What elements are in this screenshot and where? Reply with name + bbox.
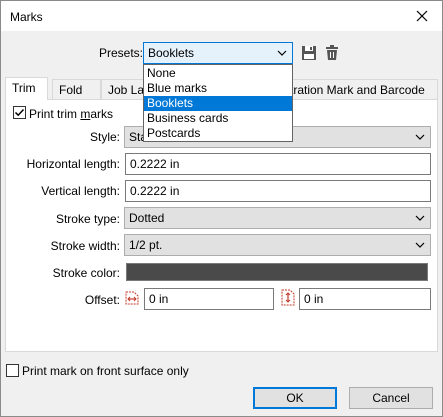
chevron-down-icon xyxy=(415,242,425,248)
vertical-length-field[interactable]: 0.2222 in xyxy=(125,180,431,202)
preset-option-booklets[interactable]: Booklets xyxy=(144,96,292,111)
stroke-type-value: Dotted xyxy=(129,211,165,225)
front-surface-only-label: Print mark on front surface only xyxy=(22,364,189,378)
save-preset-button[interactable] xyxy=(300,44,318,62)
stroke-color-label: Stroke color: xyxy=(52,266,120,280)
vertical-offset-icon xyxy=(281,289,295,306)
chevron-down-icon xyxy=(277,50,287,56)
presets-selected-value: Booklets xyxy=(148,46,195,60)
cancel-button[interactable]: Cancel xyxy=(349,387,433,409)
stroke-type-select[interactable]: Dotted xyxy=(124,207,431,229)
vertical-offset-field[interactable]: 0 in xyxy=(299,288,431,310)
vertical-length-label: Vertical length: xyxy=(41,184,120,198)
horizontal-length-label: Horizontal length: xyxy=(26,157,120,171)
tab-registration-mark-and-barcode[interactable]: tration Mark and Barcode xyxy=(283,79,438,100)
presets-label: Presets: xyxy=(99,46,144,60)
offset-label: Offset: xyxy=(84,293,120,307)
preset-option-postcards[interactable]: Postcards xyxy=(144,126,292,141)
presets-dropdown-list: None Blue marks Booklets Business cards … xyxy=(143,64,293,142)
ok-button[interactable]: OK xyxy=(253,387,337,409)
chevron-down-icon xyxy=(415,134,425,140)
stroke-type-label: Stroke type: xyxy=(55,212,120,226)
trash-icon xyxy=(326,45,338,60)
stroke-color-swatch[interactable] xyxy=(126,263,428,281)
print-trim-marks-label: Print trim marks xyxy=(29,107,114,121)
close-icon xyxy=(416,10,428,22)
stroke-width-value: 1/2 pt. xyxy=(129,238,163,252)
print-trim-marks-checkbox[interactable] xyxy=(13,106,26,119)
tab-fold[interactable]: Fold xyxy=(52,79,101,100)
preset-option-blue-marks[interactable]: Blue marks xyxy=(144,81,292,96)
preset-option-none[interactable]: None xyxy=(144,66,292,81)
save-icon xyxy=(302,46,316,60)
tab-trim[interactable]: Trim xyxy=(5,77,48,100)
window-title: Marks xyxy=(10,10,43,24)
horizontal-length-field[interactable]: 0.2222 in xyxy=(125,153,431,175)
title-bar: Marks xyxy=(1,1,442,31)
horizontal-offset-field[interactable]: 0 in xyxy=(144,288,274,310)
delete-preset-button[interactable] xyxy=(323,44,341,62)
marks-dialog: Marks Presets: Booklets Trim Fold Job La… xyxy=(0,0,443,417)
chevron-down-icon xyxy=(415,215,425,221)
presets-select[interactable]: Booklets xyxy=(143,42,293,64)
stroke-width-label: Stroke width: xyxy=(50,239,120,253)
front-surface-only-checkbox[interactable] xyxy=(6,364,19,377)
preset-option-business-cards[interactable]: Business cards xyxy=(144,111,292,126)
checkmark-icon xyxy=(14,108,25,117)
horizontal-offset-icon xyxy=(125,291,139,305)
close-button[interactable] xyxy=(408,4,436,28)
stroke-width-select[interactable]: 1/2 pt. xyxy=(124,234,431,256)
style-label: Style: xyxy=(89,130,120,144)
